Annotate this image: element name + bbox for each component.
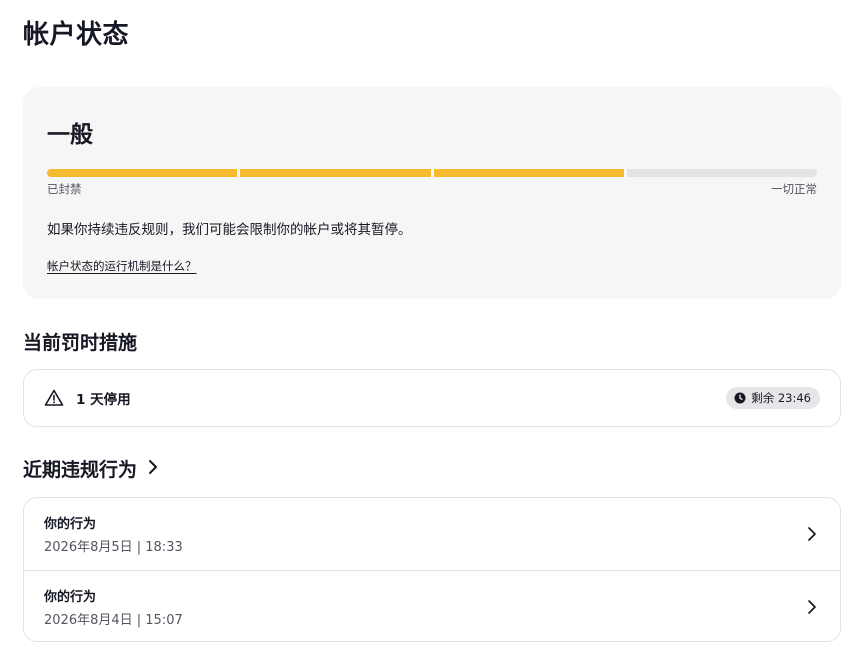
violation-title: 你的行为 xyxy=(44,517,97,532)
recent-violations-link[interactable]: 近期违规行为 xyxy=(23,455,159,482)
time-remaining-text: 剩余 23:46 xyxy=(751,391,811,405)
violations-list: 你的行为 2026年8月5日 | 18:33 你的行为 2026年8月4日 | … xyxy=(23,497,841,642)
violation-date: 2026年8月4日 | 15:07 xyxy=(44,612,183,628)
status-progress-bar xyxy=(47,169,817,177)
clock-icon xyxy=(734,392,746,404)
recent-violations-title: 近期违规行为 xyxy=(23,459,138,481)
account-status-card: 一般 已封禁 一切正常 如果你持续违反规则，我们可能会限制你的帐户或将其暂停。 … xyxy=(23,87,841,299)
warning-triangle-icon xyxy=(44,388,64,408)
violation-row[interactable]: 你的行为 2026年8月4日 | 15:07 xyxy=(24,570,840,641)
progress-segment xyxy=(433,169,624,177)
current-penalties-title-text: 当前罚时措施 xyxy=(23,332,138,354)
progress-label-ok: 一切正常 xyxy=(771,182,817,196)
progress-segment xyxy=(626,169,817,177)
violation-date: 2026年8月5日 | 18:33 xyxy=(44,540,183,555)
status-level: 一般 xyxy=(47,122,93,148)
chevron-right-icon xyxy=(804,599,820,615)
how-status-works-link[interactable]: 帐户状态的运行机制是什么？ xyxy=(47,258,197,274)
progress-segment xyxy=(240,169,431,177)
current-penalties-title: 当前罚时措施 xyxy=(23,328,137,355)
time-remaining-badge: 剩余 23:46 xyxy=(726,387,820,409)
penalty-item: 1 天停用 剩余 23:46 xyxy=(23,369,841,427)
violation-title: 你的行为 xyxy=(44,589,97,605)
page-title: 帐户状态 xyxy=(23,20,130,50)
status-warning-text: 如果你持续违反规则，我们可能会限制你的帐户或将其暂停。 xyxy=(47,222,412,238)
progress-segment xyxy=(47,169,238,177)
violation-row[interactable]: 你的行为 2026年8月5日 | 18:33 xyxy=(24,498,840,570)
chevron-right-icon xyxy=(804,526,820,542)
progress-label-banned: 已封禁 xyxy=(47,182,82,196)
penalty-label: 1 天停用 xyxy=(76,392,131,408)
chevron-right-icon xyxy=(147,458,159,480)
